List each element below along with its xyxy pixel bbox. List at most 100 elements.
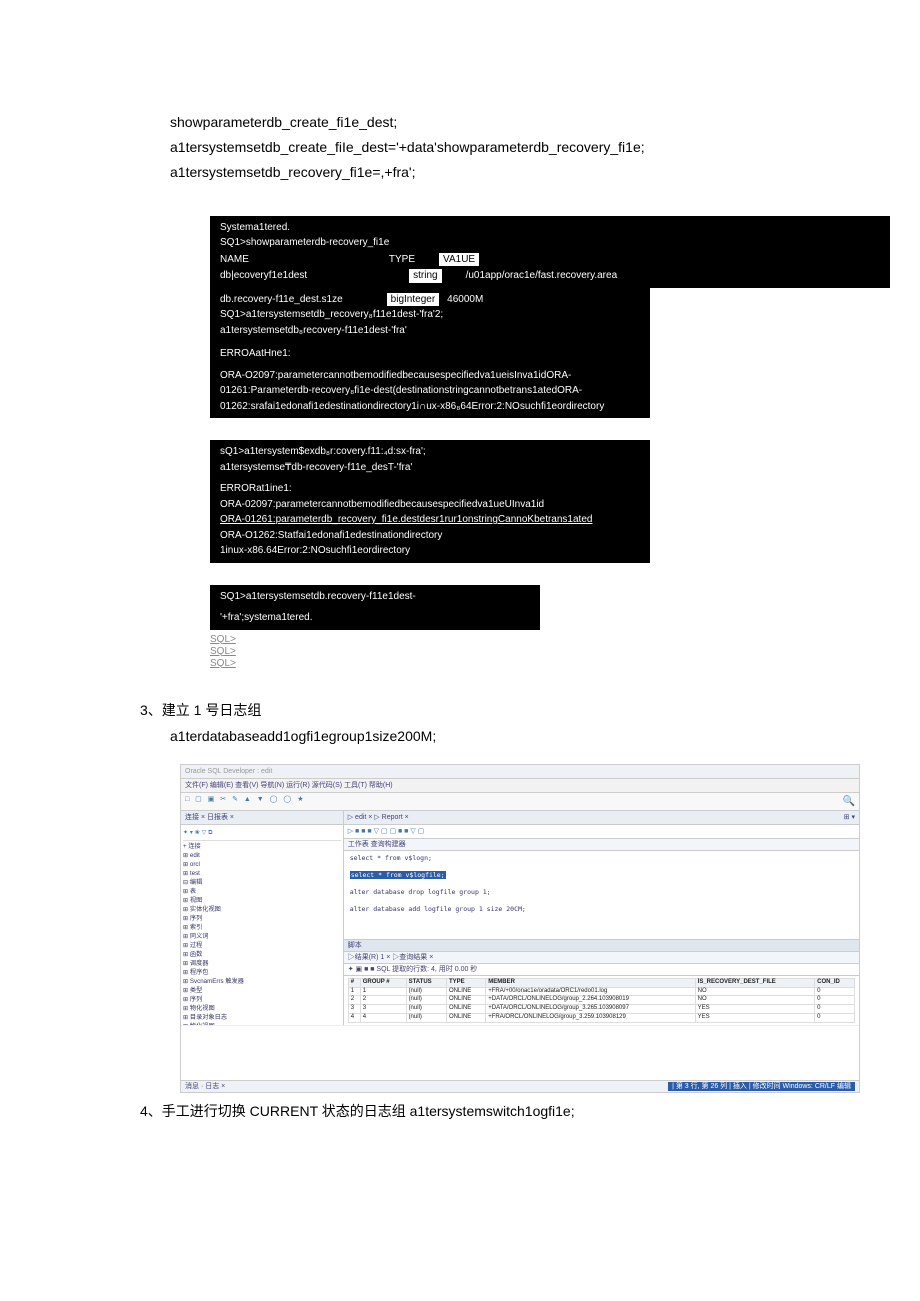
cell-value: 46000M: [447, 293, 483, 307]
term-error-line: ERROAatHne1:: [210, 346, 650, 362]
grid-cell: YES: [695, 1005, 815, 1014]
tree-item[interactable]: ⊞ 过程: [183, 942, 341, 951]
results-label: 脚本: [344, 939, 859, 952]
grid-cell: NO: [695, 996, 815, 1005]
grid-cell: +FRA/ORCL/ONLINELOG/group_3.259.10390812…: [486, 1014, 695, 1023]
grid-cell: YES: [695, 1014, 815, 1023]
grid-col-header[interactable]: #: [348, 978, 360, 987]
grid-col-header[interactable]: CON_ID: [815, 978, 855, 987]
tree-item[interactable]: ⊞ SvcnamErrs 触发器: [183, 978, 341, 987]
term-table-header: NAME TYPE VA1UE: [210, 251, 890, 269]
tab-control-icons[interactable]: ⊞ ▾: [844, 813, 855, 822]
tree-item[interactable]: ⊞ 索引: [183, 924, 341, 933]
editor-toolbar[interactable]: ▷ ■ ■ ■ ▽ ▢ ▢ ■ ■ ▽ ▢: [344, 825, 859, 839]
grid-col-header[interactable]: IS_RECOVERY_DEST_FILE: [695, 978, 815, 987]
editor-line[interactable]: select * from v$logn;: [350, 854, 853, 862]
tree-item[interactable]: ⊞ 物化视图: [183, 1005, 341, 1014]
footer-left[interactable]: 消息 · 日志 ×: [185, 1082, 225, 1091]
connection-tree[interactable]: ✦ ▾ ❀ ▽ ⧉ + 连接 ⊞ edit ⊞ orcl ⊞ test ⊟ 编辑…: [181, 825, 344, 1025]
sql-prompt: SQL>: [210, 646, 850, 658]
tree-item[interactable]: ⊞ 序列: [183, 996, 341, 1005]
term-table-row: db.recovery-f11e_dest.s1ze bigInteger 46…: [210, 292, 650, 308]
section-4-title: 4、手工进行切换 CURRENT 状态的日志组 a1tersystemswitc…: [140, 1101, 850, 1121]
sql-prompt: SQL>: [210, 634, 850, 646]
term-error-line: 1inux-x86.64Error:2:NOsuchfi1eordirector…: [210, 543, 650, 559]
tab-label[interactable]: 工作表 查询构建器: [348, 840, 406, 849]
term-line: '+fra';systema1tered.: [210, 610, 540, 626]
term-error-line: 01262:srafai1edonafi1edestinationdirecto…: [210, 399, 650, 415]
term-error-line: ORA-01261:parameterdb_recovery_fi1e.dest…: [210, 512, 650, 528]
grid-cell: ONLINE: [446, 996, 485, 1005]
tree-item[interactable]: ⊞ 函数: [183, 951, 341, 960]
editor-line[interactable]: select * from v$logfile;: [350, 871, 853, 879]
ide-window: Oracle SQL Developer : edit 文件(F) 编辑(E) …: [180, 764, 860, 1093]
tree-item[interactable]: ⊞ 表: [183, 888, 341, 897]
results-tabs[interactable]: ▷结果(R) 1 × ▷查询结果 ×: [344, 952, 859, 964]
grid-col-header[interactable]: TYPE: [446, 978, 485, 987]
tree-item[interactable]: ⊞ 序列: [183, 915, 341, 924]
editor-tabs[interactable]: ▷ edit × ▷ Report ×: [348, 813, 409, 822]
tree-item[interactable]: ⊞ 同义词: [183, 933, 341, 942]
term-error-line: ERRORat1ine1:: [210, 481, 650, 497]
tree-item[interactable]: ⊞ 目录对象日志: [183, 1014, 341, 1023]
term-spacer: [210, 338, 650, 346]
ide-toolbar[interactable]: □ ▢ ▣ ✂ ✎ ▲ ▼ ◯ ◯ ★ 🔍: [181, 793, 859, 811]
tree-item[interactable]: ⊞ 调度器: [183, 960, 341, 969]
section-3-title: 3、建立 1 号日志组: [140, 700, 850, 720]
editor-line[interactable]: [350, 879, 853, 887]
editor-line[interactable]: [350, 896, 853, 904]
grid-col-header[interactable]: GROUP #: [360, 978, 406, 987]
cell-type: string: [409, 269, 441, 283]
terminal-block-3: SQ1>a1tersystemsetdb.recovery-f11e1dest-…: [210, 585, 540, 630]
ide-menu-bar[interactable]: 文件(F) 编辑(E) 查看(V) 导航(N) 运行(R) 源代码(S) 工具(…: [181, 779, 859, 793]
term-line: SQ1>a1tersystemsetdb.recovery-f11e1dest-: [210, 589, 540, 605]
tree-item[interactable]: ⊞ 程序包: [183, 969, 341, 978]
tree-item[interactable]: ⊞ 类型: [183, 987, 341, 996]
results-toolbar[interactable]: ✦ ▣ ■ ■ SQL 提取的行数: 4, 用时 0.00 秒: [344, 964, 859, 976]
table-row[interactable]: 33(null)ONLINE+DATA/ORCL/ONLINELOG/group…: [348, 1005, 854, 1014]
grid-cell: +DATA/ORCL/ONLINELOG/group_2.264.1039080…: [486, 996, 695, 1005]
editor-line[interactable]: alter database drop logfile group 1;: [350, 888, 853, 896]
search-icon[interactable]: 🔍: [843, 795, 855, 808]
terminal-block-2: sQ1>a1tersystem$exdb₈r:covery.f11:₄d:sx-…: [210, 440, 650, 563]
top-line-1: showparameterdb_create_fi1e_dest;: [170, 110, 850, 135]
grid-cell: 3: [360, 1005, 406, 1014]
tree-item[interactable]: ⊞ test: [183, 870, 341, 879]
grid-col-header[interactable]: STATUS: [406, 978, 446, 987]
cell-type: bigInteger: [387, 293, 439, 307]
tree-item[interactable]: ⊞ 视图: [183, 897, 341, 906]
tree-item[interactable]: ⊞ edit: [183, 852, 341, 861]
editor-line[interactable]: [350, 862, 853, 870]
editor-line[interactable]: alter database add logfile group 1 size …: [350, 905, 853, 913]
tree-item[interactable]: ⊞ orcl: [183, 861, 341, 870]
grid-cell: ONLINE: [446, 1014, 485, 1023]
ide-body: ✦ ▾ ❀ ▽ ⧉ + 连接 ⊞ edit ⊞ orcl ⊞ test ⊟ 编辑…: [181, 825, 859, 1025]
term-error-line: ORA-O1262:Statfai1edonafi1edestinationdi…: [210, 528, 650, 544]
ide-main: ▷ ■ ■ ■ ▽ ▢ ▢ ■ ■ ▽ ▢ 工作表 查询构建器 select *…: [344, 825, 859, 1025]
term-line: a1tersystemse₸db-recovery-f11e_desT-'fra…: [210, 460, 650, 476]
toolbar-icons[interactable]: □ ▢ ▣ ✂ ✎ ▲ ▼ ◯ ◯ ★: [185, 795, 306, 808]
sql-editor[interactable]: select * from v$logn; select * from v$lo…: [344, 851, 859, 939]
results-grid[interactable]: #GROUP #STATUSTYPEMEMBERIS_RECOVERY_DEST…: [344, 976, 859, 1025]
sql-prompt: SQL>: [210, 658, 850, 670]
tree-item[interactable]: ⊞ 实体化视图: [183, 906, 341, 915]
tree-item[interactable]: + 连接: [183, 843, 341, 852]
ide-subbar: 连接 × 日报表 × ▷ edit × ▷ Report × ⊞ ▾: [181, 811, 859, 825]
connections-tab[interactable]: 连接 × 日报表 ×: [181, 811, 344, 824]
tree-item[interactable]: ⊞ 物化视图: [183, 1023, 341, 1025]
grid-cell: 0: [815, 1005, 855, 1014]
grid-cell: 1: [348, 987, 360, 996]
table-row[interactable]: 22(null)ONLINE+DATA/ORCL/ONLINELOG/group…: [348, 996, 854, 1005]
grid-cell: 0: [815, 1014, 855, 1023]
top-commands-block: showparameterdb_create_fi1e_dest; a1ters…: [170, 110, 850, 186]
worksheet-tabs[interactable]: 工作表 查询构建器: [344, 839, 859, 851]
grid-col-header[interactable]: MEMBER: [486, 978, 695, 987]
top-line-3: a1tersystemsetdb_recovery_fi1e=,+fra';: [170, 160, 850, 185]
table-row[interactable]: 44(null)ONLINE+FRA/ORCL/ONLINELOG/group_…: [348, 1014, 854, 1023]
table-row[interactable]: 11(null)ONLINE+FRA/+00/onac1e/oradata/OR…: [348, 987, 854, 996]
tree-toolbar[interactable]: ✦ ▾ ❀ ▽ ⧉: [183, 827, 341, 841]
cell-name: db.recovery-f11e_dest.s1ze: [220, 293, 343, 307]
grid-cell: +FRA/+00/onac1e/oradata/ORC1/redo01.log: [486, 987, 695, 996]
tree-item[interactable]: ⊟ 编辑: [183, 879, 341, 888]
cell-name: db|ecoveryf1e1dest: [220, 269, 307, 283]
